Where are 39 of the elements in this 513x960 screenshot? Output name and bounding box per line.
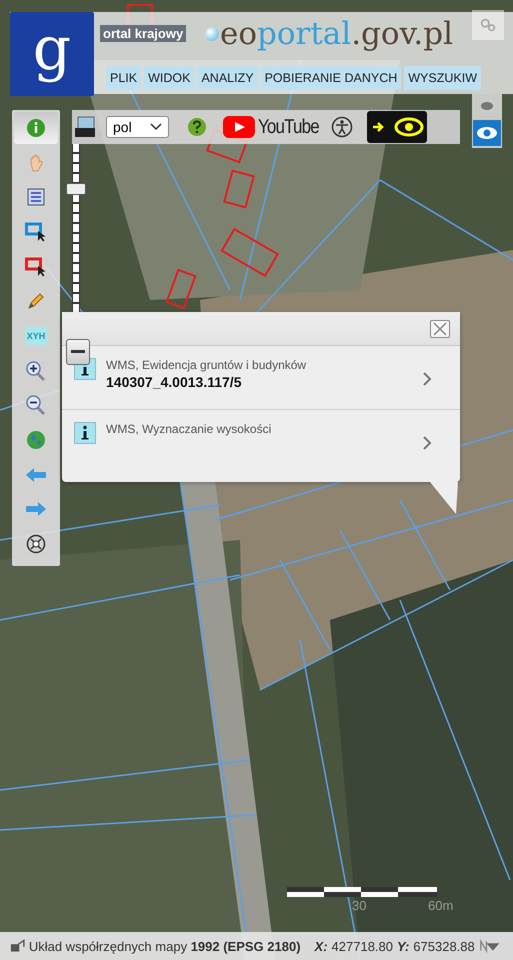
help-icon[interactable] bbox=[186, 117, 207, 137]
coordinate-system-text: Układ współrzędnych mapy 1992 (EPSG 2180) bbox=[28, 938, 301, 954]
chevron-icon bbox=[422, 436, 432, 450]
scale-label: 30 bbox=[352, 898, 366, 913]
parcel-id: 140307_4.0013.117/5 bbox=[106, 374, 242, 390]
minus-icon bbox=[71, 350, 85, 354]
play-icon bbox=[222, 116, 255, 138]
site-logo: eoportal.gov.pl bbox=[205, 16, 454, 52]
zoom-out-button[interactable] bbox=[66, 339, 90, 365]
chevron-icon bbox=[422, 372, 432, 386]
layer-name: WMS, Ewidencja gruntów i budynków bbox=[106, 358, 308, 372]
zoom-slider-handle[interactable] bbox=[66, 183, 86, 195]
eye-icon[interactable] bbox=[479, 100, 495, 112]
accessibility-icon[interactable] bbox=[331, 116, 354, 138]
result-row[interactable]: WMS, Wyznaczanie wysokości bbox=[62, 410, 460, 474]
logo-letter: g bbox=[32, 12, 72, 86]
eye-icon[interactable] bbox=[473, 120, 501, 146]
portal-title: ortal krajowy bbox=[100, 25, 186, 42]
scale-label: 60m bbox=[428, 898, 454, 913]
language-select[interactable]: pol bbox=[106, 116, 169, 138]
info-icon[interactable] bbox=[14, 112, 58, 144]
wms-layer-icon[interactable] bbox=[74, 116, 96, 138]
close-button[interactable] bbox=[430, 320, 450, 338]
coordinate-value: 427718.80 bbox=[332, 938, 393, 954]
menu-item[interactable]: WYSZUKIW bbox=[404, 66, 481, 90]
north-arrow-icon[interactable] bbox=[478, 939, 501, 953]
layer-name: WMS, Wyznaczanie wysokości bbox=[106, 422, 272, 436]
coordinate-label: X: bbox=[314, 938, 328, 954]
menu-item[interactable]: PLIK bbox=[106, 66, 142, 90]
coordinate-label: Y: bbox=[397, 938, 410, 954]
high-contrast-icon[interactable] bbox=[367, 111, 428, 143]
menu-item[interactable]: POBIERANIE DANYCH bbox=[260, 66, 402, 90]
window-icon[interactable] bbox=[10, 939, 25, 953]
menu-item[interactable]: ANALIZY bbox=[197, 66, 258, 90]
youtube-link[interactable]: YouTube bbox=[222, 116, 330, 138]
coordinate-value: 675328.88 bbox=[413, 938, 475, 954]
caret-icon bbox=[150, 123, 162, 131]
menu-item[interactable]: WIDOK bbox=[144, 66, 194, 90]
info-icon bbox=[74, 422, 96, 444]
